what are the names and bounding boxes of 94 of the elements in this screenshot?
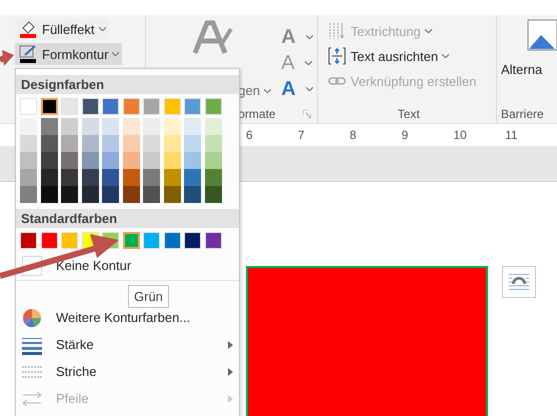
menu-item[interactable]: Stärke [16, 331, 239, 358]
caret-icon [424, 29, 432, 33]
color-swatch[interactable] [164, 135, 180, 152]
color-swatch[interactable] [122, 118, 140, 135]
color-swatch[interactable] [20, 186, 37, 203]
color-wheel-icon [22, 308, 42, 328]
ruler-number: 10 [453, 128, 468, 142]
color-swatch[interactable] [40, 186, 58, 203]
color-swatch[interactable] [61, 186, 78, 203]
color-swatch[interactable] [164, 186, 180, 203]
color-swatch[interactable] [184, 186, 201, 203]
align-text-icon [326, 46, 347, 66]
caret-icon [306, 87, 313, 91]
color-swatch[interactable] [204, 135, 222, 152]
color-swatch[interactable] [143, 135, 160, 152]
submenu-arrow-icon [228, 394, 233, 402]
double-arrow-icon [22, 388, 42, 408]
dialog-launcher-icon[interactable] [302, 110, 311, 118]
ruler-number: 11 [505, 128, 519, 142]
ribbon-button[interactable]: Fülleffekt [15, 19, 109, 39]
color-swatch[interactable] [82, 169, 98, 186]
color-swatch[interactable] [204, 169, 222, 186]
color-swatch[interactable] [20, 169, 37, 186]
color-swatch[interactable] [143, 186, 160, 203]
color-swatch[interactable] [102, 152, 119, 169]
color-swatch[interactable] [164, 152, 180, 169]
color-swatch[interactable] [102, 118, 119, 135]
text-direction-icon [326, 21, 347, 41]
submenu-arrow-icon [228, 368, 233, 376]
section-header: Designfarben [16, 75, 239, 94]
annotation-arrow [0, 50, 14, 66]
color-swatch[interactable] [40, 135, 58, 152]
caret-icon [264, 88, 271, 92]
color-swatch[interactable] [184, 135, 201, 152]
color-swatch[interactable] [184, 152, 201, 169]
tooltip: Grün [128, 285, 169, 308]
color-swatch[interactable] [164, 169, 180, 186]
caret-icon [98, 27, 106, 31]
caret-icon [306, 35, 313, 39]
color-swatch[interactable] [184, 118, 201, 135]
color-swatch[interactable] [61, 135, 78, 152]
ruler-number: 9 [401, 128, 410, 142]
color-swatch[interactable] [122, 169, 140, 186]
pen-icon [18, 44, 38, 64]
ribbon-button[interactable]: Alterna [501, 62, 557, 77]
caret-icon [304, 61, 312, 65]
group-label: Text [398, 107, 420, 121]
color-swatch[interactable] [20, 152, 37, 169]
layout-options-icon[interactable] [502, 266, 536, 298]
color-swatch[interactable] [61, 118, 78, 135]
color-swatch[interactable] [164, 118, 180, 135]
text-style-icon [191, 19, 234, 57]
color-swatch[interactable] [204, 186, 222, 203]
group-label: Barriere [501, 107, 544, 121]
color-swatch[interactable] [61, 152, 78, 169]
color-swatch[interactable] [82, 135, 98, 152]
color-swatch[interactable] [143, 169, 160, 186]
menu-item[interactable]: Striche [16, 358, 239, 385]
section-header: Standardfarben [16, 209, 239, 228]
color-swatch[interactable] [122, 186, 140, 203]
color-swatch[interactable] [40, 98, 58, 115]
color-swatch[interactable] [204, 118, 222, 135]
color-swatch[interactable] [122, 152, 140, 169]
color-swatch[interactable] [40, 169, 58, 186]
caret-icon [112, 52, 120, 56]
submenu-arrow-icon [228, 340, 233, 348]
text-effects-button[interactable]: A [281, 79, 313, 99]
paint-bucket-icon [18, 19, 38, 39]
ribbon-button[interactable]: Formkontur [15, 43, 122, 65]
color-swatch[interactable] [82, 186, 98, 203]
color-swatch[interactable] [122, 232, 140, 249]
color-swatch[interactable] [184, 169, 201, 186]
ribbon-button[interactable]: Text ausrichten [324, 46, 452, 66]
color-swatch[interactable] [40, 152, 58, 169]
ruler-number: 6 [246, 128, 254, 142]
color-swatch[interactable] [20, 135, 37, 152]
color-swatch[interactable] [20, 118, 37, 135]
ruler-number: 8 [350, 128, 358, 142]
color-swatch[interactable] [122, 135, 140, 152]
caret-icon [442, 54, 450, 58]
color-swatch[interactable] [82, 118, 98, 135]
color-swatch[interactable] [82, 152, 98, 169]
color-swatch[interactable] [102, 135, 119, 152]
group-label: ormate [238, 107, 276, 121]
rectangle-shape[interactable] [246, 266, 488, 416]
menu-item[interactable]: Keine Kontur [16, 253, 239, 278]
color-swatch[interactable] [143, 118, 160, 135]
color-swatch[interactable] [102, 169, 119, 186]
color-swatch[interactable] [61, 169, 78, 186]
color-swatch[interactable] [204, 152, 222, 169]
color-swatch[interactable] [102, 186, 119, 203]
ruler-number: 7 [298, 128, 306, 142]
color-swatch[interactable] [40, 118, 58, 135]
color-swatch[interactable] [143, 152, 160, 169]
